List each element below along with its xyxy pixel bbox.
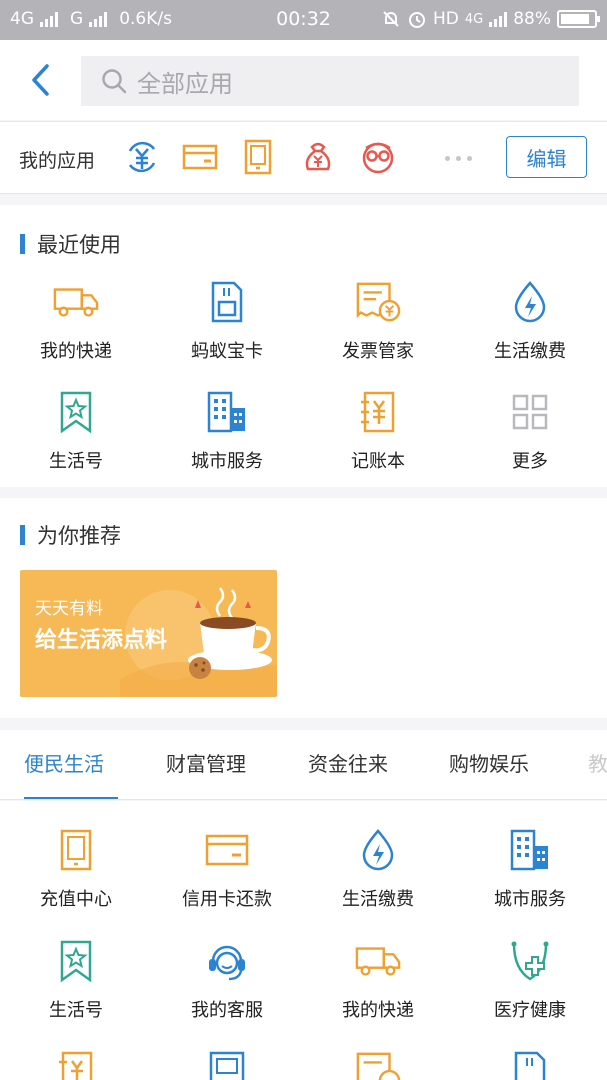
signal-icon-3 [489, 11, 508, 27]
bookmark-star-icon [60, 391, 92, 434]
recent-item-city[interactable]: 城市服务 [157, 389, 297, 473]
service-item-label: 生活缴费 [342, 889, 414, 910]
bookmark-star-icon [60, 940, 92, 983]
search-icon [102, 69, 127, 94]
recent-item-label: 更多 [512, 451, 548, 472]
category-tabs: 便民生活 财富管理 资金往来 购物娱乐 教 [0, 730, 607, 800]
ledger-icon [59, 1051, 93, 1080]
service-item-city[interactable]: 城市服务 [460, 827, 600, 911]
recent-item-label: 我的快递 [40, 341, 112, 362]
recent-item-label: 城市服务 [191, 451, 263, 472]
invoice-icon [356, 282, 401, 322]
tab-active-indicator [24, 797, 118, 799]
service-item-label: 信用卡还款 [182, 889, 272, 910]
service-item-utilities[interactable]: 生活缴费 [308, 827, 448, 911]
service-item-invoice[interactable] [308, 1049, 448, 1080]
tablet-icon [244, 139, 272, 175]
building-icon [207, 391, 245, 433]
sim-card-icon [514, 1051, 546, 1080]
recent-item-label: 生活缴费 [494, 341, 566, 362]
service-grid: 充值中心 信用卡还款 生活缴费 城市服务 生活号 我的客服 我的快递 医疗健康 [0, 801, 607, 1080]
yuan-circle-icon [128, 141, 156, 173]
my-app-tablet[interactable] [238, 137, 278, 177]
service-item-creditcard[interactable]: 信用卡还款 [157, 827, 297, 911]
tab-shopping[interactable]: 购物娱乐 [449, 748, 529, 777]
grid-icon [512, 394, 548, 430]
service-item-nfc[interactable] [157, 1049, 297, 1080]
truck-icon [53, 288, 99, 317]
banner-title: 给生活添点料 [35, 628, 168, 653]
glasses-face-icon [362, 142, 394, 174]
my-app-yuan[interactable] [122, 137, 162, 177]
recommend-banner[interactable]: 天天有料 给生活添点料 [20, 570, 277, 697]
battery-icon [557, 10, 600, 28]
card-icon [205, 834, 249, 866]
service-item-express[interactable]: 我的快递 [308, 938, 448, 1022]
recent-item-label: 记账本 [351, 451, 405, 472]
sim-card-icon [211, 281, 243, 323]
recent-title: 最近使用 [20, 229, 121, 259]
service-item-simcard[interactable] [460, 1049, 600, 1080]
mute-bell-icon [383, 11, 399, 27]
banner-subtitle: 天天有料 [35, 599, 103, 619]
recent-section: 最近使用 我的快递 蚂蚁宝卡 发票管家 生活缴费 生活号 城市服务 记账本 更多 [0, 205, 607, 487]
back-button[interactable] [20, 58, 60, 102]
tablet-icon [60, 829, 92, 871]
recent-item-utilities[interactable]: 生活缴费 [460, 279, 600, 363]
service-item-customer-service[interactable]: 我的客服 [157, 938, 297, 1022]
building-icon [510, 829, 548, 871]
edit-button[interactable]: 编辑 [506, 136, 587, 178]
service-item-label: 生活号 [49, 1000, 103, 1021]
battery-percent: 88% [513, 9, 551, 29]
more-dots-icon[interactable] [445, 156, 472, 161]
recent-item-lifeno[interactable]: 生活号 [6, 389, 146, 473]
recent-item-label: 发票管家 [342, 341, 414, 362]
status-bar: 4G G 0.6K/s 00:32 HD 4G 88% [0, 0, 607, 40]
network-label-3: 4G [464, 11, 484, 27]
recent-item-label: 生活号 [49, 451, 103, 472]
service-item-label: 我的快递 [342, 1000, 414, 1021]
headset-icon [209, 945, 245, 981]
my-app-card[interactable] [180, 137, 220, 177]
recent-item-ledger[interactable]: 记账本 [308, 389, 448, 473]
service-item-ledger[interactable] [6, 1049, 146, 1080]
recent-item-express[interactable]: 我的快递 [6, 279, 146, 363]
service-item-label: 城市服务 [494, 889, 566, 910]
service-item-topup[interactable]: 充值中心 [6, 827, 146, 911]
tab-convenience[interactable]: 便民生活 [24, 748, 104, 777]
invoice-icon [356, 1052, 401, 1080]
service-item-label: 医疗健康 [494, 1000, 566, 1021]
card-icon [182, 144, 218, 170]
recommend-title: 为你推荐 [20, 520, 121, 550]
service-item-health[interactable]: 医疗健康 [460, 938, 600, 1022]
chevron-left-icon [32, 64, 49, 96]
water-drop-icon [514, 281, 546, 323]
recent-item-more[interactable]: 更多 [460, 389, 600, 473]
truck-icon [355, 947, 401, 976]
tab-funds[interactable]: 资金往来 [308, 748, 388, 777]
my-app-moneybag[interactable] [298, 137, 338, 177]
recent-item-label: 蚂蚁宝卡 [191, 341, 263, 362]
header: 全部应用 [0, 40, 607, 120]
my-app-face[interactable] [358, 137, 398, 177]
search-input[interactable]: 全部应用 [81, 56, 579, 106]
nfc-card-icon [209, 1051, 245, 1080]
my-apps-label: 我的应用 [19, 150, 96, 172]
water-drop-icon [362, 829, 394, 871]
ledger-icon [361, 391, 395, 433]
service-item-lifeno[interactable]: 生活号 [6, 938, 146, 1022]
service-item-label: 充值中心 [40, 889, 112, 910]
recent-item-antcard[interactable]: 蚂蚁宝卡 [157, 279, 297, 363]
search-placeholder: 全部应用 [137, 69, 233, 98]
money-bag-icon [305, 142, 331, 171]
recent-item-invoice[interactable]: 发票管家 [308, 279, 448, 363]
tab-education[interactable]: 教 [588, 748, 607, 777]
service-item-label: 我的客服 [191, 1000, 263, 1021]
medical-shield-icon [511, 941, 549, 981]
hd-label: HD [432, 9, 459, 29]
alarm-icon [408, 12, 425, 28]
tab-wealth[interactable]: 财富管理 [166, 748, 246, 777]
